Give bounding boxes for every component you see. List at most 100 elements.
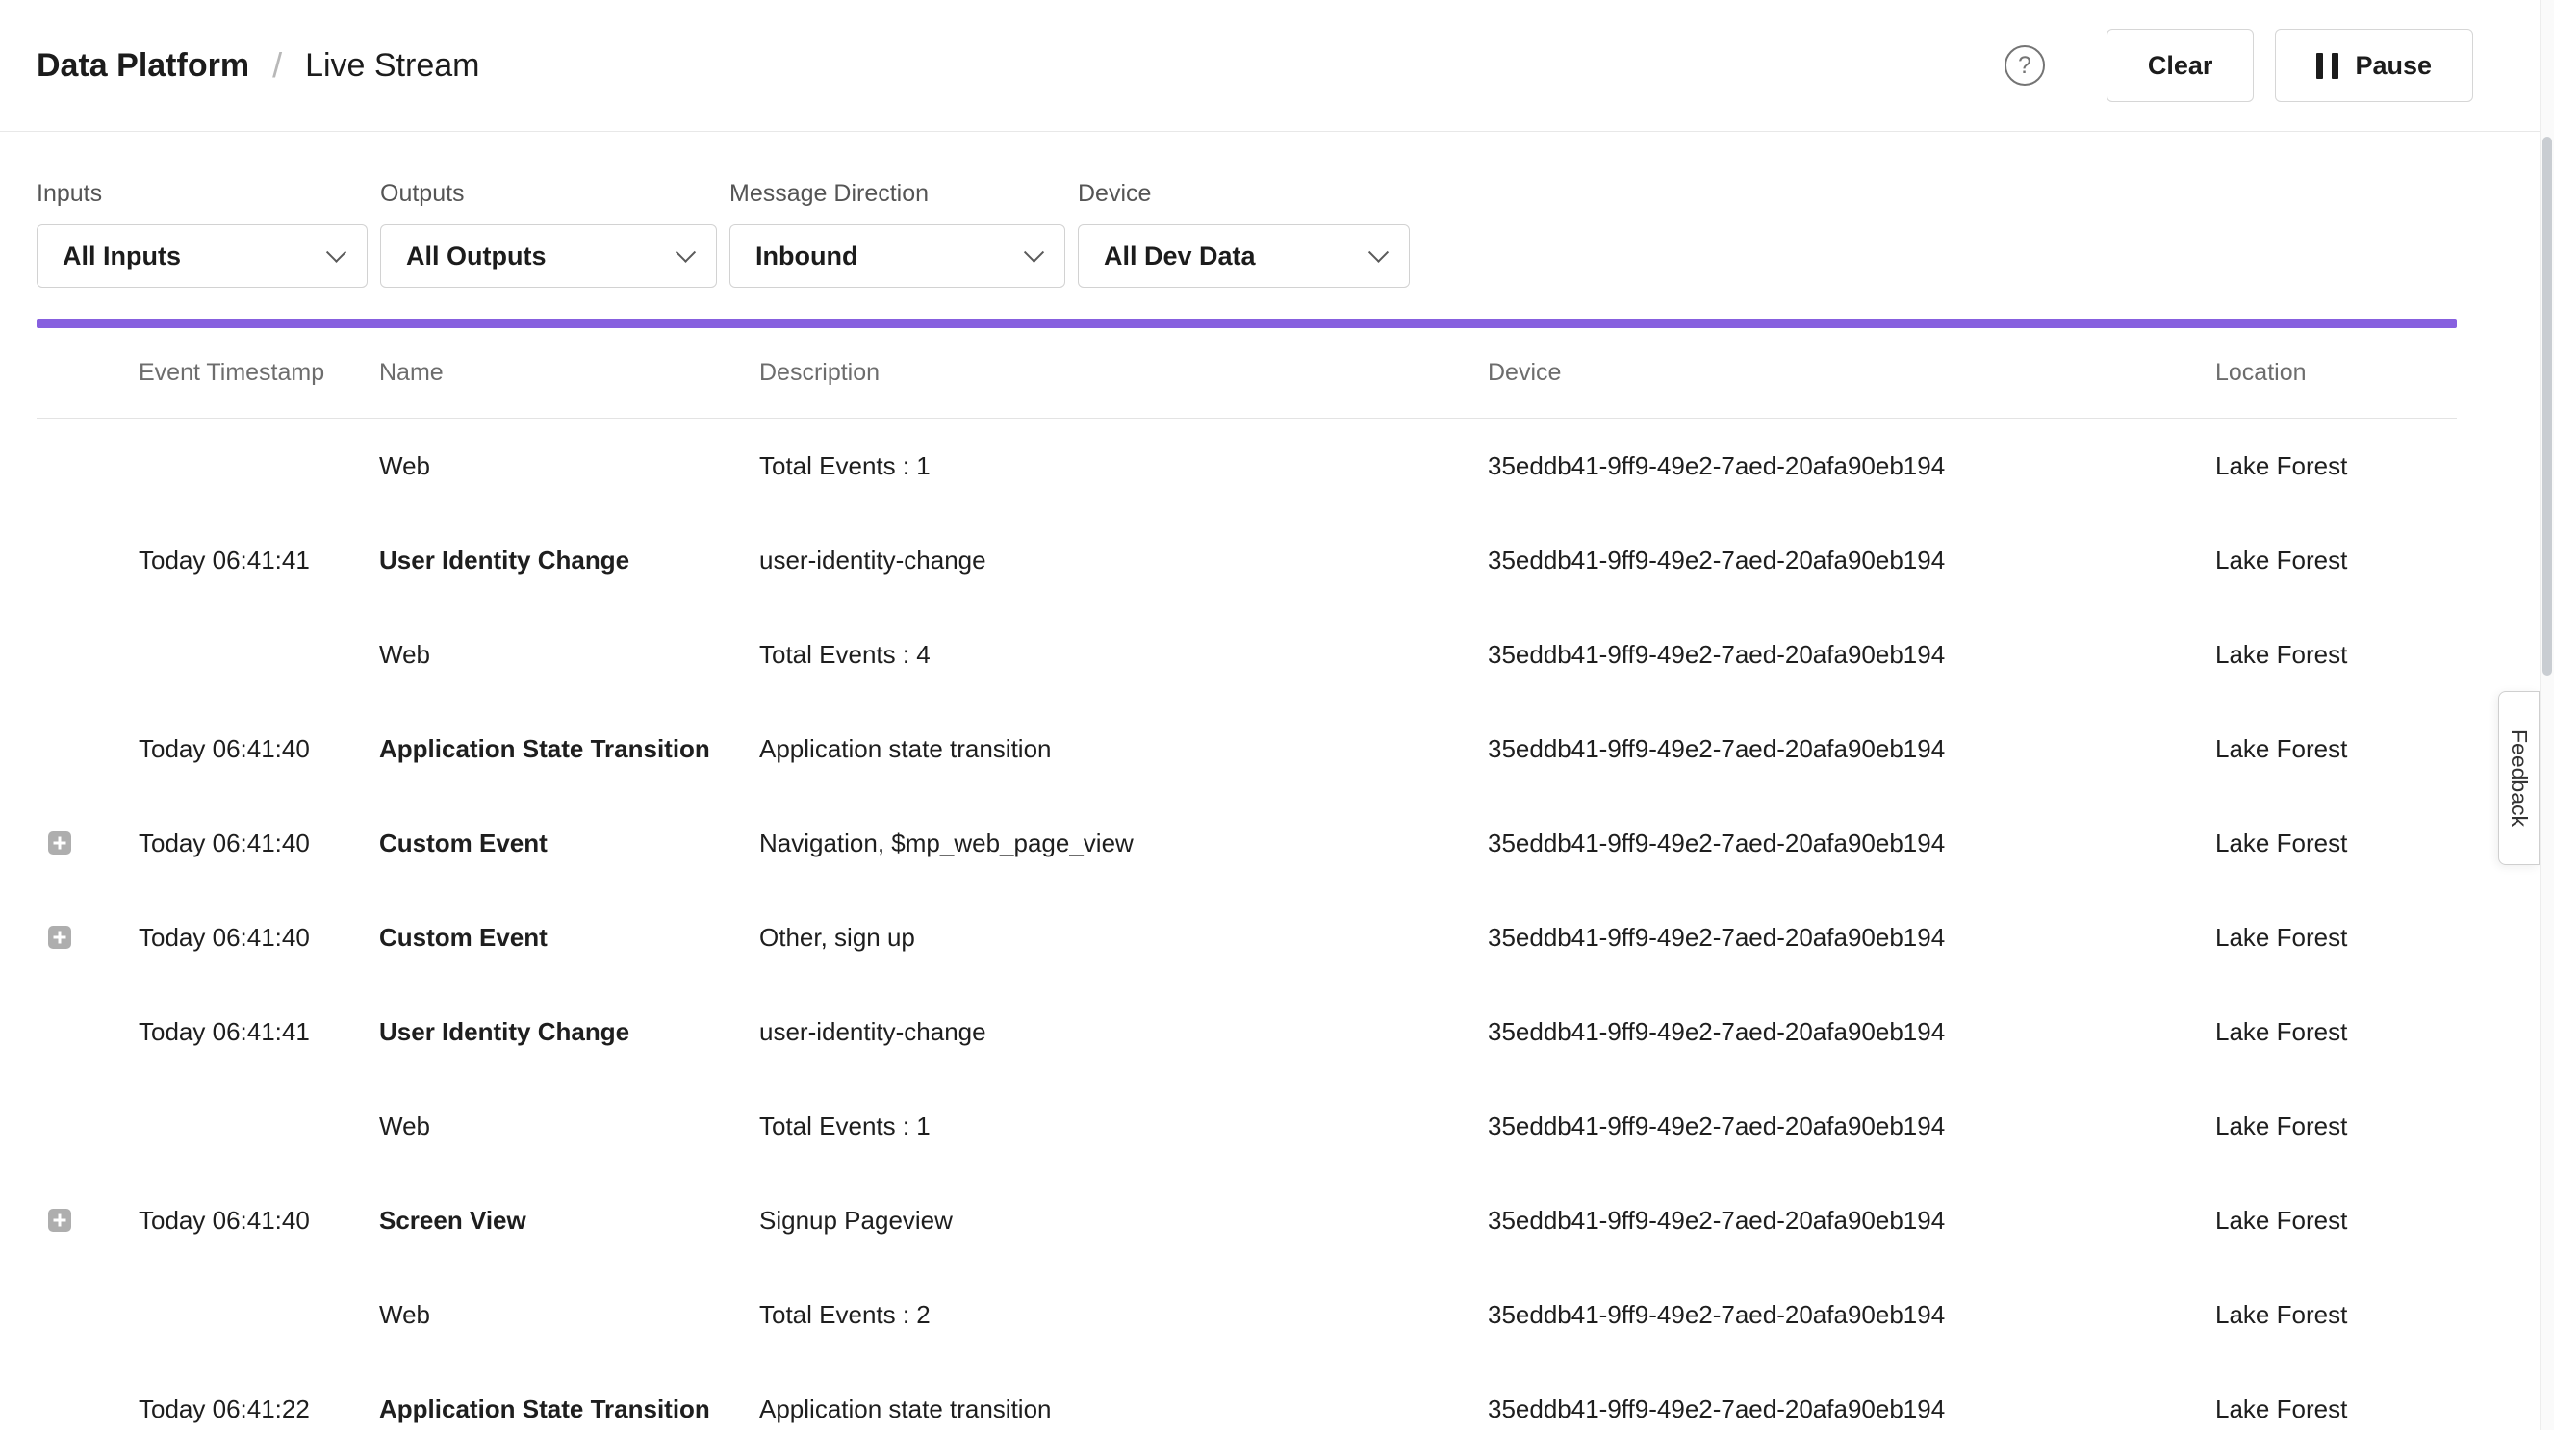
- row-location: Lake Forest: [2215, 1300, 2457, 1330]
- row-location: Lake Forest: [2215, 1017, 2457, 1047]
- expand-cell: [37, 1397, 139, 1420]
- clear-button[interactable]: Clear: [2107, 29, 2255, 102]
- table-row[interactable]: Web Total Events : 2 35eddb41-9ff9-49e2-…: [37, 1267, 2457, 1362]
- scrollbar-thumb[interactable]: [2542, 137, 2552, 676]
- message-direction-select-value: Inbound: [755, 242, 857, 271]
- table-row[interactable]: Web Total Events : 1 35eddb41-9ff9-49e2-…: [37, 419, 2457, 513]
- filter-message-direction-label: Message Direction: [729, 180, 1065, 208]
- filter-outputs-label: Outputs: [380, 180, 717, 208]
- table-row[interactable]: Today 06:41:40 Custom Event Other, sign …: [37, 890, 2457, 984]
- row-device: 35eddb41-9ff9-49e2-7aed-20afa90eb194: [1488, 451, 2215, 481]
- table-row[interactable]: Today 06:41:40 Application State Transit…: [37, 702, 2457, 796]
- row-description: Other, sign up: [759, 923, 1488, 953]
- row-description: Signup Pageview: [759, 1206, 1488, 1236]
- header-actions: ? Clear Pause: [2005, 29, 2473, 102]
- header-location: Location: [2215, 359, 2457, 387]
- filter-inputs-label: Inputs: [37, 180, 368, 208]
- row-description: Total Events : 1: [759, 1111, 1488, 1141]
- page-header: Data Platform / Live Stream ? Clear Paus…: [0, 0, 2554, 132]
- row-device: 35eddb41-9ff9-49e2-7aed-20afa90eb194: [1488, 1017, 2215, 1047]
- row-name: Application State Transition: [379, 734, 759, 764]
- row-name: Web: [379, 1300, 759, 1330]
- row-timestamp: Today 06:41:40: [139, 1206, 379, 1236]
- inputs-select[interactable]: All Inputs: [37, 224, 368, 288]
- inputs-select-value: All Inputs: [63, 242, 181, 271]
- expand-cell: [37, 737, 139, 760]
- row-device: 35eddb41-9ff9-49e2-7aed-20afa90eb194: [1488, 546, 2215, 575]
- page-title: Live Stream: [305, 47, 479, 85]
- row-name: Web: [379, 451, 759, 481]
- row-location: Lake Forest: [2215, 829, 2457, 858]
- header-device: Device: [1488, 359, 2215, 387]
- pause-button[interactable]: Pause: [2275, 29, 2473, 102]
- row-device: 35eddb41-9ff9-49e2-7aed-20afa90eb194: [1488, 1300, 2215, 1330]
- expand-cell: [37, 549, 139, 572]
- table-row[interactable]: Today 06:41:40 Custom Event Navigation, …: [37, 796, 2457, 890]
- expand-cell: [37, 831, 139, 855]
- expand-icon[interactable]: [48, 1209, 71, 1232]
- row-timestamp: Today 06:41:40: [139, 829, 379, 858]
- device-select[interactable]: All Dev Data: [1078, 224, 1410, 288]
- expand-cell: [37, 454, 139, 477]
- row-name: User Identity Change: [379, 1017, 759, 1047]
- row-device: 35eddb41-9ff9-49e2-7aed-20afa90eb194: [1488, 734, 2215, 764]
- message-direction-select[interactable]: Inbound: [729, 224, 1065, 288]
- row-location: Lake Forest: [2215, 734, 2457, 764]
- row-name: Screen View: [379, 1206, 759, 1236]
- outputs-select[interactable]: All Outputs: [380, 224, 717, 288]
- pause-icon: [2316, 53, 2338, 79]
- expand-cell: [37, 1114, 139, 1137]
- row-location: Lake Forest: [2215, 451, 2457, 481]
- row-description: Total Events : 4: [759, 640, 1488, 670]
- breadcrumb: Data Platform / Live Stream: [37, 45, 479, 86]
- chevron-down-icon: [1024, 242, 1044, 262]
- row-location: Lake Forest: [2215, 546, 2457, 575]
- row-timestamp: Today 06:41:40: [139, 923, 379, 953]
- event-table: Event Timestamp Name Description Device …: [37, 328, 2457, 1456]
- filter-outputs: Outputs All Outputs: [380, 180, 717, 288]
- help-icon[interactable]: ?: [2005, 45, 2045, 86]
- scrollbar[interactable]: [2540, 0, 2554, 1430]
- row-name: Custom Event: [379, 829, 759, 858]
- row-device: 35eddb41-9ff9-49e2-7aed-20afa90eb194: [1488, 923, 2215, 953]
- row-device: 35eddb41-9ff9-49e2-7aed-20afa90eb194: [1488, 1394, 2215, 1424]
- table-row[interactable]: Web Total Events : 4 35eddb41-9ff9-49e2-…: [37, 607, 2457, 702]
- row-location: Lake Forest: [2215, 1111, 2457, 1141]
- row-location: Lake Forest: [2215, 1206, 2457, 1236]
- table-row[interactable]: Today 06:41:22 Application State Transit…: [37, 1362, 2457, 1456]
- table-row[interactable]: Today 06:41:41 User Identity Change user…: [37, 984, 2457, 1079]
- breadcrumb-root[interactable]: Data Platform: [37, 47, 249, 85]
- row-name: Web: [379, 1111, 759, 1141]
- table-row[interactable]: Today 06:41:40 Screen View Signup Pagevi…: [37, 1173, 2457, 1267]
- table-row[interactable]: Web Total Events : 1 35eddb41-9ff9-49e2-…: [37, 1079, 2457, 1173]
- header-event-timestamp: Event Timestamp: [139, 359, 379, 387]
- row-device: 35eddb41-9ff9-49e2-7aed-20afa90eb194: [1488, 640, 2215, 670]
- header-description: Description: [759, 359, 1488, 387]
- expand-cell: [37, 643, 139, 666]
- filter-device-label: Device: [1078, 180, 1410, 208]
- row-name: Custom Event: [379, 923, 759, 953]
- expand-icon[interactable]: [48, 831, 71, 855]
- breadcrumb-separator: /: [272, 45, 282, 86]
- filter-message-direction: Message Direction Inbound: [729, 180, 1065, 288]
- chevron-down-icon: [676, 242, 696, 262]
- row-timestamp: Today 06:41:22: [139, 1394, 379, 1424]
- filter-bar: Inputs All Inputs Outputs All Outputs Me…: [0, 132, 2554, 288]
- row-timestamp: Today 06:41:41: [139, 546, 379, 575]
- row-description: Application state transition: [759, 734, 1488, 764]
- pause-button-label: Pause: [2355, 51, 2432, 81]
- row-description: Application state transition: [759, 1394, 1488, 1424]
- expand-icon[interactable]: [48, 926, 71, 949]
- expand-cell: [37, 1209, 139, 1232]
- row-description: user-identity-change: [759, 546, 1488, 575]
- row-location: Lake Forest: [2215, 1394, 2457, 1424]
- expand-cell: [37, 1303, 139, 1326]
- row-description: user-identity-change: [759, 1017, 1488, 1047]
- feedback-tab[interactable]: Feedback: [2498, 691, 2540, 865]
- table-row[interactable]: Today 06:41:41 User Identity Change user…: [37, 513, 2457, 607]
- row-name: Web: [379, 640, 759, 670]
- row-description: Total Events : 1: [759, 451, 1488, 481]
- row-timestamp: Today 06:41:41: [139, 1017, 379, 1047]
- expand-cell: [37, 1020, 139, 1043]
- row-description: Total Events : 2: [759, 1300, 1488, 1330]
